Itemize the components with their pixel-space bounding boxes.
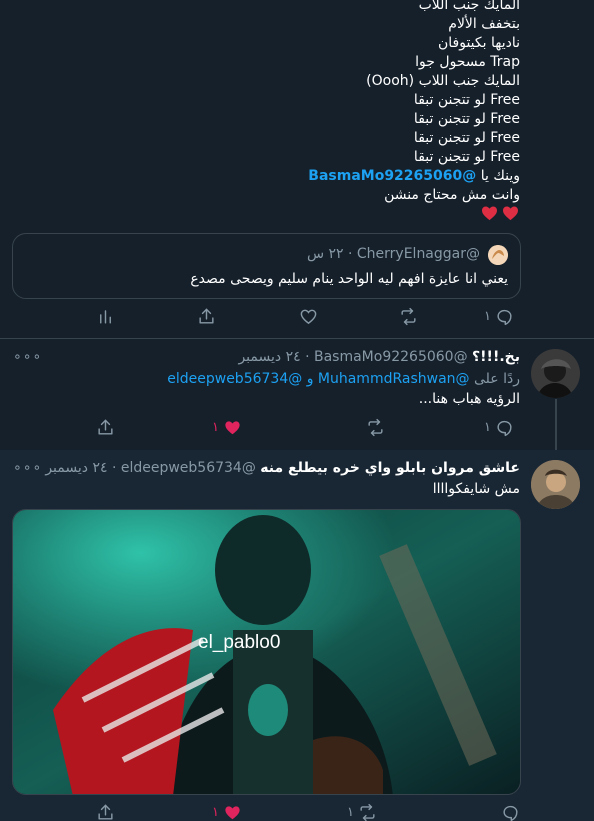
retweet-icon — [401, 307, 416, 326]
tweet-line: المايك جنب اللاب — [418, 0, 520, 13]
tweet-actions: ١ ١ — [0, 803, 594, 821]
share-button[interactable] — [96, 418, 115, 437]
share-button[interactable] — [197, 307, 216, 326]
tweet-line: ناديها بكيتوفان — [437, 35, 520, 51]
more-icon: ∘∘∘ — [13, 349, 43, 365]
retweet-icon — [360, 803, 375, 821]
quoted-handle: @CherryElnaggar — [356, 246, 480, 262]
retweet-count: ١ — [347, 805, 354, 820]
retweet-button[interactable] — [399, 307, 418, 326]
heart-filled-icon — [225, 421, 240, 435]
retweet-button[interactable] — [366, 418, 385, 437]
reply-to-label: ردًا على — [474, 371, 520, 387]
heart-filled-icon — [225, 806, 240, 820]
tweet-header: عاشق مروان بابلو واي خره بيطلع منه @elde… — [45, 460, 520, 476]
tweet-date[interactable]: ٢٤ ديسمبر — [238, 349, 300, 365]
tweet-line: Free لو تتجنن تبقا — [413, 111, 520, 127]
user-handle[interactable]: @eldeepweb56734 — [121, 460, 256, 476]
analytics-button[interactable] — [96, 307, 115, 326]
red-heart-icon — [480, 204, 499, 226]
tweet-line: Free لو تتجنن تبقا — [413, 92, 520, 108]
red-heart-icon — [501, 204, 520, 226]
mention-link[interactable]: @eldeepweb56734 — [167, 371, 302, 387]
tweet-line: Free لو تتجنن تبقا — [413, 149, 520, 165]
reply-count: ١ — [484, 309, 491, 324]
tweet-line: Trap مسحول جوا — [415, 54, 520, 70]
tweet-divider — [0, 338, 594, 339]
avatar[interactable] — [531, 349, 580, 398]
tweet-header: بخ.!!!؟ @BasmaMo92265060 · ٢٤ ديسمبر — [238, 349, 520, 365]
display-name[interactable]: بخ.!!!؟ — [472, 349, 520, 365]
more-options-button[interactable]: ∘∘∘ — [13, 349, 42, 365]
tweet-actions: ١ ١ — [0, 418, 594, 442]
like-count: ١ — [212, 805, 219, 820]
reply-count: ١ — [484, 420, 491, 435]
reply-icon — [497, 420, 512, 437]
quoted-tweet-header: @CherryElnaggar · ٢٢ س — [307, 246, 480, 262]
reply-to-and: و — [306, 371, 314, 387]
separator: · — [347, 246, 353, 262]
quoted-tweet[interactable]: @CherryElnaggar · ٢٢ س يعني انا عايزة اف… — [12, 233, 521, 299]
reply-icon — [497, 309, 512, 326]
user-handle[interactable]: @BasmaMo92265060 — [314, 349, 468, 365]
share-icon — [199, 308, 214, 324]
tweet-line: Free لو تتجنن تبقا — [413, 130, 520, 146]
retweet-icon — [368, 418, 383, 437]
tweet-text: الرؤيه هباب هنا... — [418, 391, 520, 407]
tweet-text: وينك يا — [480, 168, 520, 184]
avatar[interactable] — [531, 460, 580, 509]
tweet-text: مش شايفكواااا — [432, 481, 520, 497]
more-options-button[interactable]: ∘∘∘ — [13, 460, 42, 476]
quoted-time: ٢٢ س — [306, 246, 344, 262]
heart-emojis — [480, 204, 520, 226]
tweet-line: وانت مش محتاج منشن — [384, 187, 520, 203]
tweet-line: بتخفف الألام — [448, 16, 520, 32]
display-name[interactable]: عاشق مروان بابلو واي خره بيطلع منه — [260, 460, 520, 476]
reply-button[interactable]: ١ — [484, 307, 514, 326]
reply-to-line: ردًا على @MuhammdRashwan و @eldeepweb567… — [167, 371, 520, 387]
mention-link[interactable]: @MuhammdRashwan — [318, 371, 470, 387]
separator: · — [111, 460, 117, 476]
like-button[interactable] — [299, 307, 318, 326]
quoted-avatar — [488, 245, 508, 265]
like-button[interactable]: ١ — [212, 803, 242, 821]
reply-button[interactable] — [501, 803, 520, 821]
share-button[interactable] — [96, 803, 115, 821]
analytics-icon — [100, 310, 111, 324]
tweet-media-image[interactable]: el_pablo0 — [12, 509, 521, 795]
share-icon — [98, 804, 113, 820]
reply-icon — [503, 805, 518, 821]
quoted-text: يعني انا عايزة افهم ليه الواحد ينام سليم… — [190, 271, 508, 287]
retweet-button[interactable]: ١ — [347, 803, 377, 821]
tweet-line-mention: وينك يا @BasmaMo92265060 — [308, 167, 520, 186]
tweet-actions: ١ — [0, 307, 594, 331]
tweet-date[interactable]: ٢٤ ديسمبر — [45, 460, 107, 476]
separator: · — [305, 349, 310, 365]
mention-link[interactable]: @BasmaMo92265060 — [308, 168, 476, 184]
reply-button[interactable]: ١ — [484, 418, 514, 437]
more-icon: ∘∘∘ — [13, 460, 43, 476]
heart-outline-icon — [300, 309, 317, 325]
share-icon — [98, 419, 113, 435]
like-count: ١ — [212, 420, 219, 435]
tweet-line: المايك جنب اللاب (Oooh) — [366, 73, 520, 89]
like-button[interactable]: ١ — [212, 418, 242, 437]
image-watermark: el_pablo0 — [198, 632, 281, 653]
